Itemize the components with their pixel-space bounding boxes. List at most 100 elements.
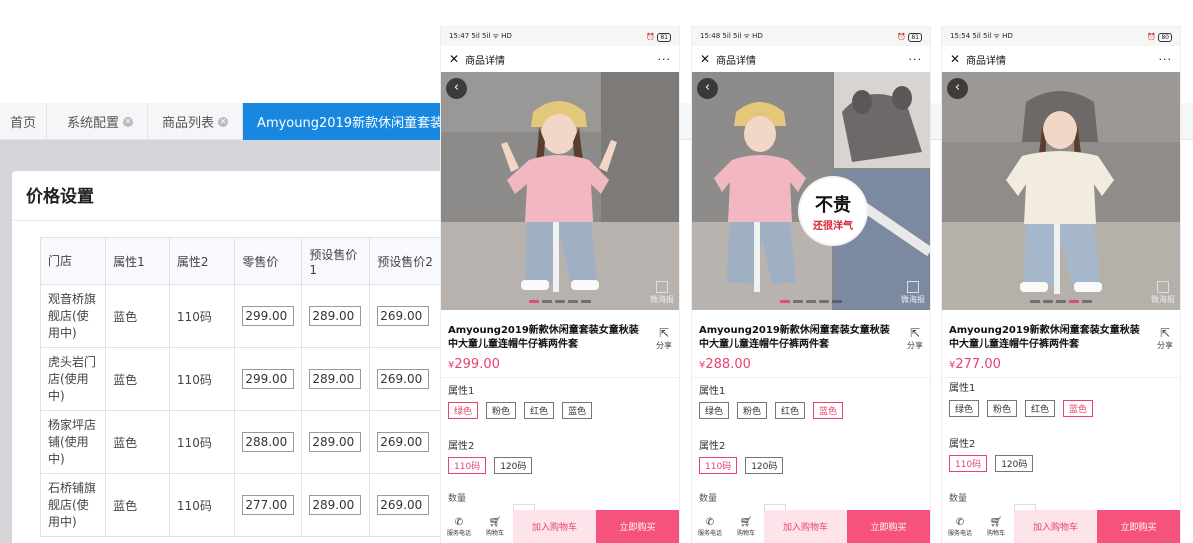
size-option[interactable]: 110码 [448, 457, 487, 474]
product-image-carousel[interactable]: 不贵 还很洋气 ‹ 微海报 [692, 72, 930, 310]
service-label: 服务电话 [697, 529, 722, 537]
poster-button[interactable]: 微海报 [901, 281, 925, 305]
add-to-cart-button[interactable]: 加入购物车 [764, 510, 847, 543]
status-bar: 15:54 5il 5il ᯤ HD ⏰ 80 [942, 27, 1180, 46]
preset-price-1-input[interactable]: 289.00 [309, 495, 362, 515]
column-header: 属性1 [105, 237, 170, 285]
phone-preview-3: 15:54 5il 5il ᯤ HD ⏰ 80 ✕ 商品详情 ··· ‹ 微海报… [942, 27, 1180, 543]
buy-now-button[interactable]: 立即购买 [1097, 510, 1180, 543]
poster-button[interactable]: 微海报 [1151, 281, 1175, 305]
color-option[interactable]: 绿色 [949, 400, 980, 417]
attr1-label: 属性1 [699, 386, 726, 397]
preset-price-1-cell: 289.00 [301, 410, 371, 474]
color-option[interactable]: 蓝色 [562, 402, 593, 419]
back-icon[interactable]: ‹ [947, 78, 968, 99]
carousel-dots [1030, 300, 1092, 303]
more-icon[interactable]: ··· [1159, 53, 1173, 66]
color-option[interactable]: 粉色 [737, 402, 768, 419]
color-option[interactable]: 蓝色 [813, 402, 844, 419]
preset-price-1-input[interactable]: 289.00 [309, 306, 362, 326]
product-title: Amyoung2019新款休闲童套装女童秋装中大童儿童连帽牛仔裤两件套 [448, 325, 639, 350]
status-time: 15:48 [700, 32, 721, 40]
cart-button[interactable]: 🛒︎ 购物车 [978, 510, 1014, 543]
attr2-cell: 110码 [168, 410, 236, 474]
buy-now-button[interactable]: 立即购买 [847, 510, 930, 543]
size-option[interactable]: 120码 [995, 455, 1034, 472]
back-icon[interactable]: ‹ [697, 78, 718, 99]
column-header: 属性2 [168, 237, 236, 285]
service-phone-button[interactable]: ✆ 服务电话 [441, 510, 477, 543]
image-icon [656, 281, 668, 293]
size-option[interactable]: 120码 [494, 457, 533, 474]
size-option[interactable]: 110码 [949, 455, 988, 472]
quantity-label: 数量 [949, 494, 968, 504]
color-option[interactable]: 粉色 [987, 400, 1018, 417]
preset-price-1-input[interactable]: 289.00 [309, 432, 362, 452]
phone-icon: ✆ [705, 516, 715, 528]
more-icon[interactable]: ··· [909, 53, 923, 66]
color-option[interactable]: 绿色 [699, 402, 730, 419]
retail-price-input[interactable]: 288.00 [242, 432, 295, 452]
product-image-carousel[interactable]: ‹ 微海报 [942, 72, 1180, 310]
tab-system-config[interactable]: 系统配置 ✕ [47, 103, 149, 140]
retail-price-input[interactable]: 299.00 [242, 369, 295, 389]
nav-bar: ✕ 商品详情 ··· [942, 46, 1180, 72]
preset-price-2-input[interactable]: 269.00 [377, 306, 430, 326]
share-button[interactable]: ⇱ 分享 [1157, 326, 1173, 351]
add-to-cart-button[interactable]: 加入购物车 [1014, 510, 1097, 543]
attr2-label: 属性2 [699, 441, 726, 452]
promo-stamp: 不贵 还很洋气 [800, 178, 866, 244]
share-button[interactable]: ⇱ 分享 [656, 326, 672, 351]
share-button[interactable]: ⇱ 分享 [907, 326, 923, 351]
attr1-cell: 蓝色 [105, 284, 170, 348]
nav-title: 商品详情 [716, 55, 757, 67]
back-icon[interactable]: ‹ [446, 78, 467, 99]
share-label: 分享 [656, 341, 672, 350]
attr2-cell: 110码 [168, 347, 236, 411]
color-option[interactable]: 红色 [775, 402, 806, 419]
retail-price-input[interactable]: 277.00 [242, 495, 295, 515]
size-option[interactable]: 120码 [745, 457, 784, 474]
cart-icon: 🛒︎ [739, 516, 753, 528]
product-image-carousel[interactable]: ‹ 微海报 [441, 72, 679, 310]
close-icon[interactable]: ✕ [700, 52, 710, 66]
color-option[interactable]: 红色 [1025, 400, 1056, 417]
add-to-cart-button[interactable]: 加入购物车 [513, 510, 596, 543]
tab-product-list[interactable]: 商品列表 ✕ [148, 103, 244, 140]
alarm-battery: ⏰ 80 [1147, 32, 1172, 42]
retail-price-input[interactable]: 299.00 [242, 306, 295, 326]
preset-price-2-input[interactable]: 269.00 [377, 432, 430, 452]
bottom-action-bar: ✆ 服务电话 🛒︎ 购物车 加入购物车 立即购买 [441, 510, 679, 543]
color-option[interactable]: 蓝色 [1063, 400, 1094, 417]
color-option[interactable]: 粉色 [486, 402, 517, 419]
preset-price-1-cell: 289.00 [301, 347, 371, 411]
close-icon[interactable]: ✕ [449, 52, 459, 66]
cart-button[interactable]: 🛒︎ 购物车 [477, 510, 513, 543]
table-row: 杨家坪店铺(使用中) 蓝色 110码 288.00 289.00 269.00 [39, 410, 442, 474]
size-options: 110码 120码 [949, 455, 1034, 472]
preset-price-2-input[interactable]: 269.00 [377, 495, 430, 515]
share-icon: ⇱ [1159, 326, 1171, 340]
close-icon[interactable]: ✕ [123, 116, 134, 127]
size-option[interactable]: 110码 [699, 457, 738, 474]
service-label: 服务电话 [947, 529, 972, 537]
close-icon[interactable]: ✕ [950, 52, 960, 66]
cart-button[interactable]: 🛒︎ 购物车 [728, 510, 764, 543]
preset-price-1-input[interactable]: 289.00 [309, 369, 362, 389]
color-option[interactable]: 绿色 [448, 402, 479, 419]
preset-price-2-input[interactable]: 269.00 [377, 369, 430, 389]
attr2-cell: 110码 [168, 473, 236, 537]
tab-product-detail[interactable]: Amyoung2019新款休闲童套装女童秋装 [243, 103, 459, 140]
phone-preview-1: 15:47 5il 5il ᯤ HD ⏰ 81 ✕ 商品详情 ··· ‹ 微海报… [441, 27, 679, 543]
close-icon[interactable]: ✕ [218, 116, 229, 127]
buy-now-button[interactable]: 立即购买 [596, 510, 679, 543]
color-option[interactable]: 红色 [524, 402, 555, 419]
retail-price-cell: 299.00 [234, 347, 303, 411]
attr1-cell: 蓝色 [105, 410, 170, 474]
poster-button[interactable]: 微海报 [650, 281, 674, 305]
tab-home[interactable]: 首页 [0, 103, 48, 140]
service-phone-button[interactable]: ✆ 服务电话 [692, 510, 728, 543]
service-phone-button[interactable]: ✆ 服务电话 [942, 510, 978, 543]
more-icon[interactable]: ··· [658, 53, 672, 66]
stamp-sub-text: 还很洋气 [813, 220, 853, 232]
